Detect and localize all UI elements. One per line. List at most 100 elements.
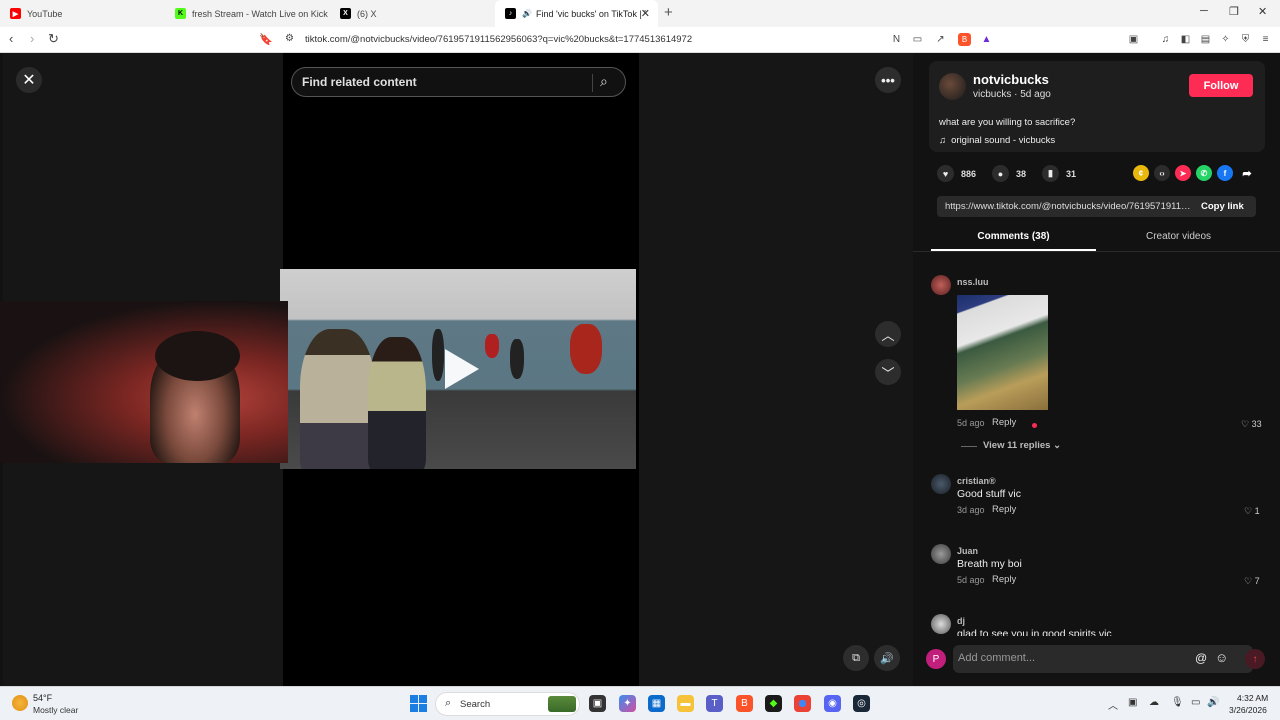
app-icon[interactable]: ◆ bbox=[765, 695, 782, 712]
discord-icon[interactable]: ◉ bbox=[824, 695, 841, 712]
save-button[interactable]: ▮ 31 bbox=[1042, 165, 1076, 182]
save-count: 31 bbox=[1066, 168, 1077, 179]
reply-button[interactable]: Reply bbox=[992, 504, 1016, 515]
punching-bag bbox=[432, 329, 444, 381]
close-tab-icon[interactable]: ✕ bbox=[641, 7, 650, 20]
tab-creator-videos[interactable]: Creator videos bbox=[1096, 231, 1261, 242]
teams-icon[interactable]: T bbox=[706, 695, 723, 712]
comment-button[interactable]: ● 38 bbox=[992, 165, 1026, 182]
reload-icon[interactable]: ↻ bbox=[48, 31, 59, 47]
vpn-icon[interactable]: ⛨ bbox=[1239, 33, 1252, 46]
url-bar[interactable]: tiktok.com/@notvicbucks/video/7619571911… bbox=[305, 34, 692, 45]
mention-icon[interactable]: @ bbox=[1195, 651, 1207, 665]
comment-input[interactable]: Add comment... @ ☺ bbox=[953, 645, 1253, 673]
share-page-icon[interactable]: ↗ bbox=[934, 33, 947, 46]
weather-temperature[interactable]: 54°F bbox=[33, 693, 52, 703]
share-link-url[interactable]: https://www.tiktok.com/@notvicbucks/vide… bbox=[945, 201, 1193, 212]
tray-app-icon[interactable]: ▣ bbox=[1128, 697, 1137, 708]
facebook-icon[interactable]: f bbox=[1217, 165, 1233, 181]
start-button[interactable] bbox=[410, 695, 427, 712]
commenter-username[interactable]: cristian® bbox=[957, 476, 996, 486]
close-window-icon[interactable]: ✕ bbox=[1258, 5, 1267, 18]
embed-icon[interactable]: ‹› bbox=[1154, 165, 1170, 181]
close-video-button[interactable]: ✕ bbox=[16, 67, 42, 93]
next-video-button[interactable]: ﹀ bbox=[875, 359, 901, 385]
comment-like-button[interactable]: ♡ 7 bbox=[1244, 576, 1260, 587]
rewards-icon[interactable]: ▲ bbox=[980, 33, 993, 46]
file-explorer-icon[interactable]: ▬ bbox=[677, 695, 694, 712]
send-comment-button[interactable]: ↑ bbox=[1245, 649, 1265, 669]
tab-comments[interactable]: Comments (38) bbox=[931, 231, 1096, 242]
my-avatar[interactable]: P bbox=[926, 649, 946, 669]
emoji-icon[interactable]: ☺ bbox=[1215, 650, 1228, 665]
tab-x[interactable]: X (6) X bbox=[330, 0, 495, 27]
comment-like-button[interactable]: ♡ 33 bbox=[1241, 419, 1262, 430]
media-icon[interactable]: ♫ bbox=[1159, 33, 1172, 46]
leo-ai-icon[interactable]: ✧ bbox=[1219, 33, 1232, 46]
restore-icon[interactable]: ❐ bbox=[1229, 5, 1239, 18]
forward-icon[interactable]: › bbox=[30, 31, 34, 46]
floating-player-icon[interactable]: ⧉ bbox=[843, 645, 869, 671]
commenter-avatar[interactable] bbox=[931, 614, 951, 634]
tab-tiktok[interactable]: ♪ 🔊 Find 'vic bucks' on TikTok | Ti ✕ bbox=[495, 0, 658, 27]
copilot-icon[interactable]: ✦ bbox=[619, 695, 636, 712]
view-replies-button[interactable]: View 11 replies ⌄ bbox=[983, 440, 1061, 451]
sidebar-icon[interactable]: ◧ bbox=[1179, 33, 1192, 46]
task-view-icon[interactable]: ▣ bbox=[589, 695, 606, 712]
copy-link-button[interactable]: Copy link bbox=[1201, 201, 1244, 212]
weather-icon[interactable] bbox=[12, 695, 28, 711]
comment-image[interactable] bbox=[957, 295, 1048, 410]
reply-button[interactable]: Reply bbox=[992, 417, 1016, 428]
menu-icon[interactable]: ≡ bbox=[1259, 33, 1272, 46]
taskbar-search[interactable]: ⌕ Search bbox=[435, 692, 580, 716]
commenter-avatar[interactable] bbox=[931, 275, 951, 295]
network-icon[interactable]: ▭ bbox=[1191, 697, 1200, 708]
tab-kick[interactable]: K fresh Stream - Watch Live on Kick bbox=[165, 0, 330, 27]
related-search-box[interactable]: Find related content ⌕ bbox=[291, 67, 626, 97]
author-avatar[interactable] bbox=[939, 73, 966, 100]
show-hidden-icons[interactable]: ︿ bbox=[1108, 697, 1118, 712]
author-username[interactable]: notvicbucks bbox=[973, 72, 1049, 87]
comment-like-button[interactable]: ♡ 1 bbox=[1244, 506, 1260, 517]
coin-icon[interactable]: ¢ bbox=[1133, 165, 1149, 181]
more-options-icon[interactable]: ••• bbox=[875, 67, 901, 93]
sound-link[interactable]: ♫ original sound - vicbucks bbox=[939, 135, 1055, 146]
search-input[interactable]: Find related content bbox=[302, 75, 417, 89]
volume-icon[interactable]: 🔊 bbox=[874, 645, 900, 671]
volume-tray-icon[interactable]: 🔊 bbox=[1207, 697, 1219, 708]
commenter-username[interactable]: nss.luu bbox=[957, 277, 989, 287]
previous-video-button[interactable]: ︿ bbox=[875, 321, 901, 347]
cast-icon[interactable]: ▭ bbox=[911, 33, 924, 46]
search-icon[interactable]: ⌕ bbox=[600, 73, 608, 90]
wallet-icon[interactable]: ▤ bbox=[1199, 33, 1212, 46]
chrome-icon[interactable] bbox=[794, 695, 811, 712]
microphone-icon[interactable]: 🎙 bbox=[1171, 697, 1184, 708]
reply-button[interactable]: Reply bbox=[992, 574, 1016, 585]
follow-button[interactable]: Follow bbox=[1189, 74, 1253, 97]
site-info-icon[interactable]: ⚙ bbox=[285, 33, 294, 44]
brave-shields-icon[interactable]: B bbox=[958, 33, 971, 46]
tab-youtube[interactable]: ▶ YouTube bbox=[0, 0, 165, 27]
new-tab-button[interactable]: + bbox=[664, 4, 673, 21]
send-to-friends-icon[interactable]: ➤ bbox=[1175, 165, 1191, 181]
reader-off-icon[interactable]: N bbox=[890, 33, 903, 46]
brave-icon[interactable]: B bbox=[736, 695, 753, 712]
share-arrow-icon[interactable]: ➦ bbox=[1239, 165, 1255, 181]
minimize-icon[interactable]: ─ bbox=[1200, 5, 1208, 17]
clock-date[interactable]: 3/26/2026 bbox=[1229, 705, 1267, 715]
commenter-username[interactable]: Juan bbox=[957, 546, 978, 556]
store-icon[interactable]: ▦ bbox=[648, 695, 665, 712]
commenter-username[interactable]: dj bbox=[957, 616, 965, 626]
cloud-icon[interactable]: ☁ bbox=[1149, 697, 1159, 708]
weather-description[interactable]: Mostly clear bbox=[33, 705, 78, 715]
like-button[interactable]: ♥ 886 bbox=[937, 165, 976, 182]
back-icon[interactable]: ‹ bbox=[9, 31, 13, 46]
play-icon[interactable] bbox=[445, 349, 479, 389]
tab-search-icon[interactable]: ▣ bbox=[1127, 33, 1140, 46]
steam-icon[interactable]: ◎ bbox=[853, 695, 870, 712]
whatsapp-icon[interactable]: ✆ bbox=[1196, 165, 1212, 181]
bookmark-icon[interactable]: 🔖 bbox=[259, 33, 273, 46]
commenter-avatar[interactable] bbox=[931, 474, 951, 494]
commenter-avatar[interactable] bbox=[931, 544, 951, 564]
clock-time[interactable]: 4:32 AM bbox=[1237, 693, 1268, 703]
